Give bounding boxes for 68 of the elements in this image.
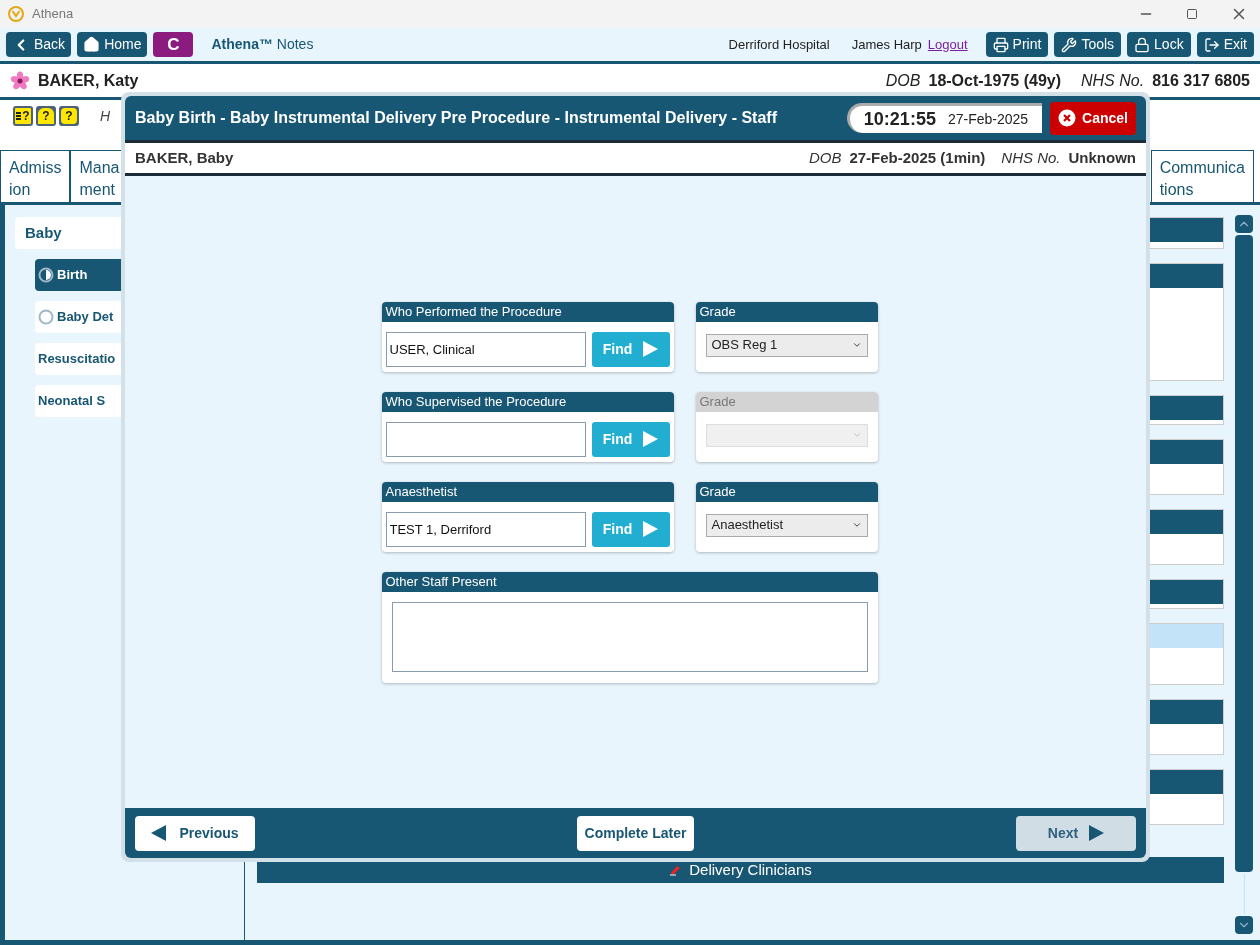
- chevron-down-icon: [851, 430, 862, 440]
- wrench-icon: [1061, 36, 1078, 53]
- scroll-up-button[interactable]: [1235, 215, 1253, 233]
- exit-icon: [1203, 36, 1220, 53]
- printer-icon: [992, 36, 1009, 53]
- dob-value: 27-Feb-2025 (1min): [849, 147, 986, 168]
- list-question-icon[interactable]: ?: [13, 106, 33, 126]
- other-staff-field[interactable]: [391, 601, 868, 672]
- grade-dropdown[interactable]: OBS Reg 1: [705, 333, 868, 357]
- card-header: Who Performed the Procedure: [381, 301, 674, 322]
- tab[interactable]: Communica tions: [1150, 150, 1254, 202]
- dob-value: 18-Oct-1975 (49y): [928, 70, 1061, 91]
- logout-link[interactable]: Logout: [927, 34, 968, 55]
- baby-name: BAKER, Baby: [135, 147, 234, 168]
- nhs-value: 816 317 6805: [1152, 70, 1250, 91]
- card-header: Who Supervised the Procedure: [381, 391, 674, 412]
- triangle-left-icon: [151, 825, 168, 841]
- name-field[interactable]: USER, Clinical: [385, 331, 586, 367]
- scrollbar-thumb[interactable]: [1235, 235, 1253, 872]
- previous-button[interactable]: Previous: [135, 815, 255, 851]
- nhs-label: NHS No.: [1081, 70, 1145, 91]
- exit-button[interactable]: Exit: [1196, 32, 1254, 57]
- patient-name: BAKER, Katy: [38, 70, 139, 91]
- name-field[interactable]: TEST 1, Derriford: [385, 511, 586, 547]
- grade-dropdown[interactable]: Anaesthetist: [705, 513, 868, 537]
- card-header: Other Staff Present: [381, 571, 878, 592]
- chevron-down-icon: [851, 340, 862, 350]
- play-icon: [642, 341, 659, 357]
- padlock-icon: [1134, 36, 1151, 53]
- note-question-icon[interactable]: ?: [59, 106, 79, 126]
- back-button[interactable]: Back: [6, 32, 72, 57]
- card-header: Grade: [695, 481, 878, 502]
- tab[interactable]: Admiss ion: [0, 150, 71, 202]
- flower-icon: [10, 70, 30, 91]
- dialog-title: Baby Birth - Baby Instrumental Delivery Pre Procedure - Instrumental Delivery - Staff: [135, 108, 777, 128]
- dob-label: DOB: [885, 70, 921, 91]
- user-name: James Harp: [851, 35, 922, 54]
- play-icon: [642, 431, 659, 447]
- cancel-button[interactable]: Cancel: [1050, 101, 1136, 135]
- window-title: Athena: [32, 5, 74, 24]
- play-icon: [642, 521, 659, 537]
- name-field[interactable]: [385, 421, 586, 457]
- pencil-icon: [669, 864, 682, 876]
- complete-later-button[interactable]: Complete Later: [576, 815, 695, 851]
- hint-text: H: [100, 107, 111, 126]
- dob-label: DOB: [808, 147, 842, 168]
- house-icon: [83, 36, 101, 53]
- letter-button[interactable]: C: [153, 32, 194, 57]
- maximize-icon[interactable]: [1186, 8, 1198, 20]
- clock-field: 10:21:55 27-Feb-2025: [846, 103, 1043, 133]
- close-icon: [1058, 109, 1077, 127]
- circle-icon: [38, 309, 54, 325]
- scroll-down-button[interactable]: [1235, 916, 1253, 934]
- app-name: Athena™ Notes: [211, 35, 314, 54]
- lock-button[interactable]: Lock: [1127, 32, 1191, 57]
- house-question-icon[interactable]: ?: [36, 106, 56, 126]
- hospital-name: Derriford Hospital: [728, 35, 830, 54]
- chevron-down-icon: [851, 520, 862, 530]
- card-header: Grade: [695, 391, 878, 412]
- nhs-value: Unknown: [1068, 147, 1136, 168]
- nhs-label: NHS No.: [1001, 147, 1061, 168]
- home-button[interactable]: Home: [77, 32, 148, 57]
- card-header: Anaesthetist: [381, 481, 674, 502]
- print-button[interactable]: Print: [985, 32, 1049, 57]
- card-header: Grade: [695, 301, 878, 322]
- owl-logo-icon: [8, 6, 24, 22]
- half-circle-icon: [38, 267, 54, 283]
- tools-button[interactable]: Tools: [1054, 32, 1122, 57]
